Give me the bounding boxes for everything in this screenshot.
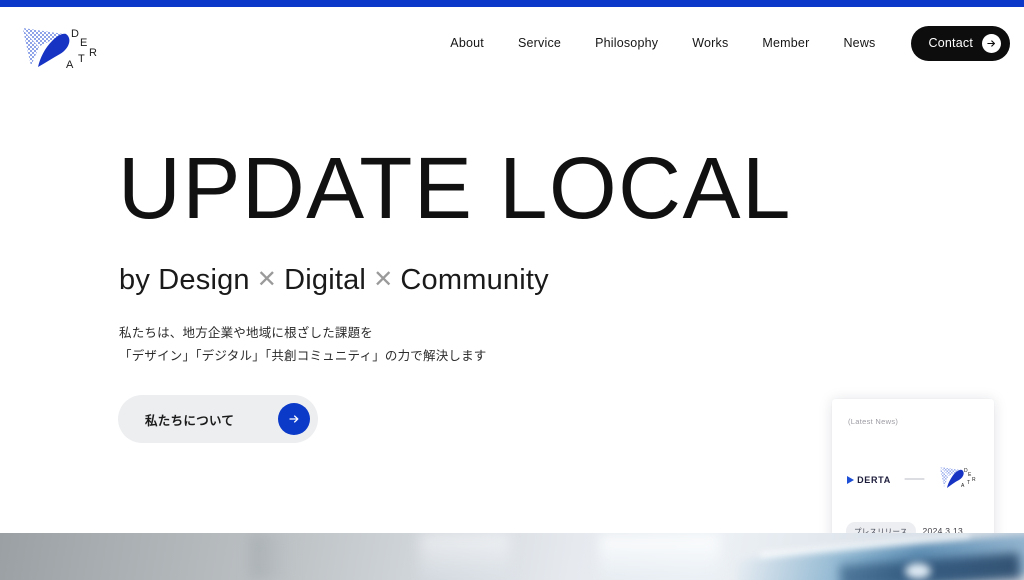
transition-arrow-icon: [904, 475, 926, 486]
svg-text:E: E: [80, 37, 87, 49]
news-card-thumbnail: DERTA: [832, 457, 994, 503]
svg-text:R: R: [972, 477, 976, 483]
old-brand-wordmark: DERTA: [857, 475, 891, 485]
main-nav: About Service Philosophy Works Member Ne…: [433, 7, 1010, 79]
cross-icon-2: ✕: [373, 266, 393, 295]
latest-news-label: (Latest News): [848, 417, 898, 426]
svg-text:T: T: [78, 53, 85, 65]
svg-text:A: A: [961, 483, 965, 489]
svg-text:R: R: [89, 47, 97, 59]
arrow-right-icon: [278, 403, 310, 435]
hero-subtitle-middle: Digital: [284, 263, 366, 298]
svg-text:T: T: [967, 480, 970, 486]
about-us-button[interactable]: 私たちについて: [118, 395, 318, 443]
hero-description: 私たちは、地方企業や地域に根ざした課題を 「デザイン」「デジタル」「共創コミュニ…: [119, 322, 487, 368]
hero-subtitle-lead: by Design: [119, 263, 250, 298]
old-brand-logo: DERTA: [847, 475, 891, 485]
hero-subtitle: by Design ✕ Digital ✕ Community: [119, 263, 549, 298]
nav-item-works[interactable]: Works: [675, 30, 745, 56]
nav-item-news[interactable]: News: [826, 30, 892, 56]
svg-text:D: D: [71, 28, 79, 40]
contact-button-label: Contact: [929, 36, 973, 50]
nav-item-service[interactable]: Service: [501, 30, 578, 56]
play-triangle-icon: [847, 476, 854, 484]
arrow-right-icon: [982, 34, 1001, 53]
nav-item-philosophy[interactable]: Philosophy: [578, 30, 675, 56]
hero-subtitle-tail: Community: [400, 263, 548, 298]
derta-logo-mark[interactable]: D E R T A: [20, 20, 130, 72]
top-accent-bar: [0, 0, 1024, 7]
svg-text:A: A: [66, 59, 74, 71]
page-root: D E R T A About Service Philosophy Works…: [0, 0, 1024, 580]
site-header: D E R T A About Service Philosophy Works…: [0, 7, 1024, 79]
hero-description-line-1: 私たちは、地方企業や地域に根ざした課題を: [119, 322, 487, 345]
cross-icon-1: ✕: [257, 266, 277, 295]
nav-item-member[interactable]: Member: [745, 30, 826, 56]
hero-photo-strip: [0, 533, 1024, 580]
derta-new-logo-mark: D E R T A: [939, 463, 979, 498]
contact-button[interactable]: Contact: [911, 26, 1010, 61]
nav-item-about[interactable]: About: [433, 30, 501, 56]
hero-description-line-2: 「デザイン」「デジタル」「共創コミュニティ」の力で解決します: [119, 345, 487, 368]
page-title: UPDATE LOCAL: [118, 145, 792, 232]
about-us-button-label: 私たちについて: [145, 410, 234, 429]
